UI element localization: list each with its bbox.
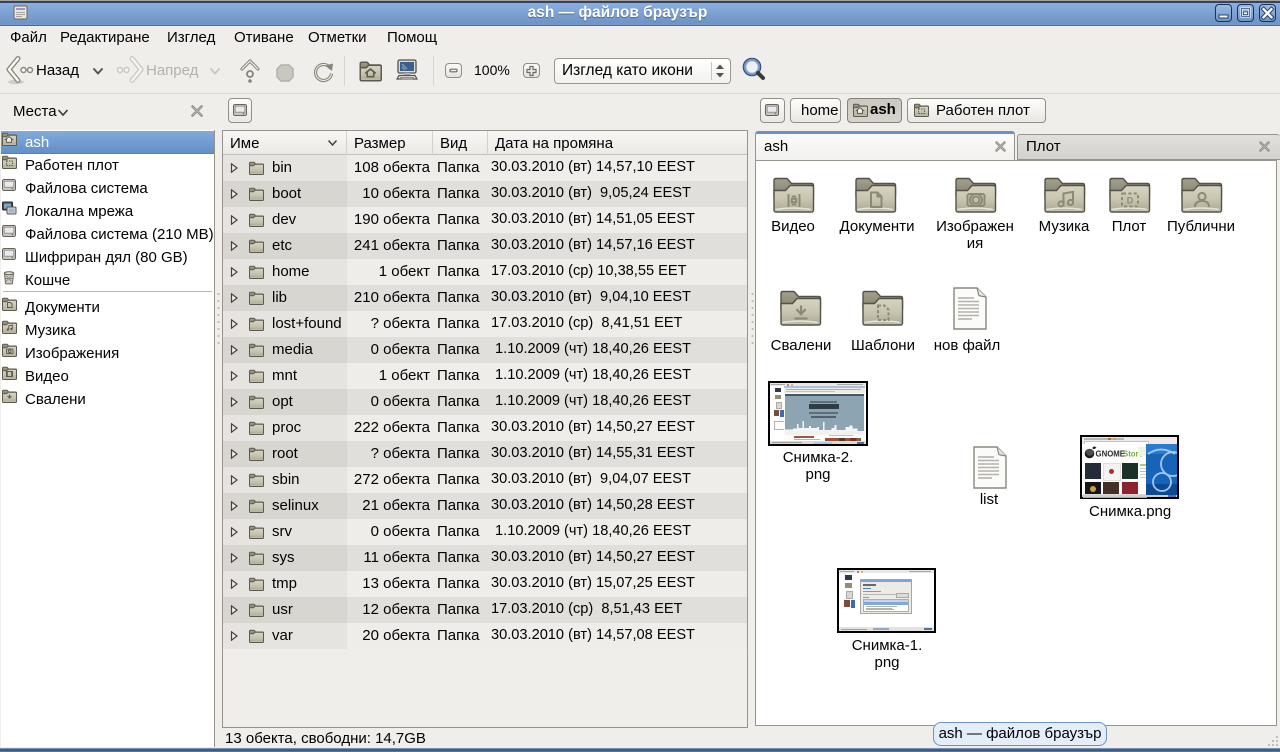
- svg-text:D: D: [1127, 196, 1134, 206]
- svg-text:GNOME: GNOME: [1096, 450, 1125, 459]
